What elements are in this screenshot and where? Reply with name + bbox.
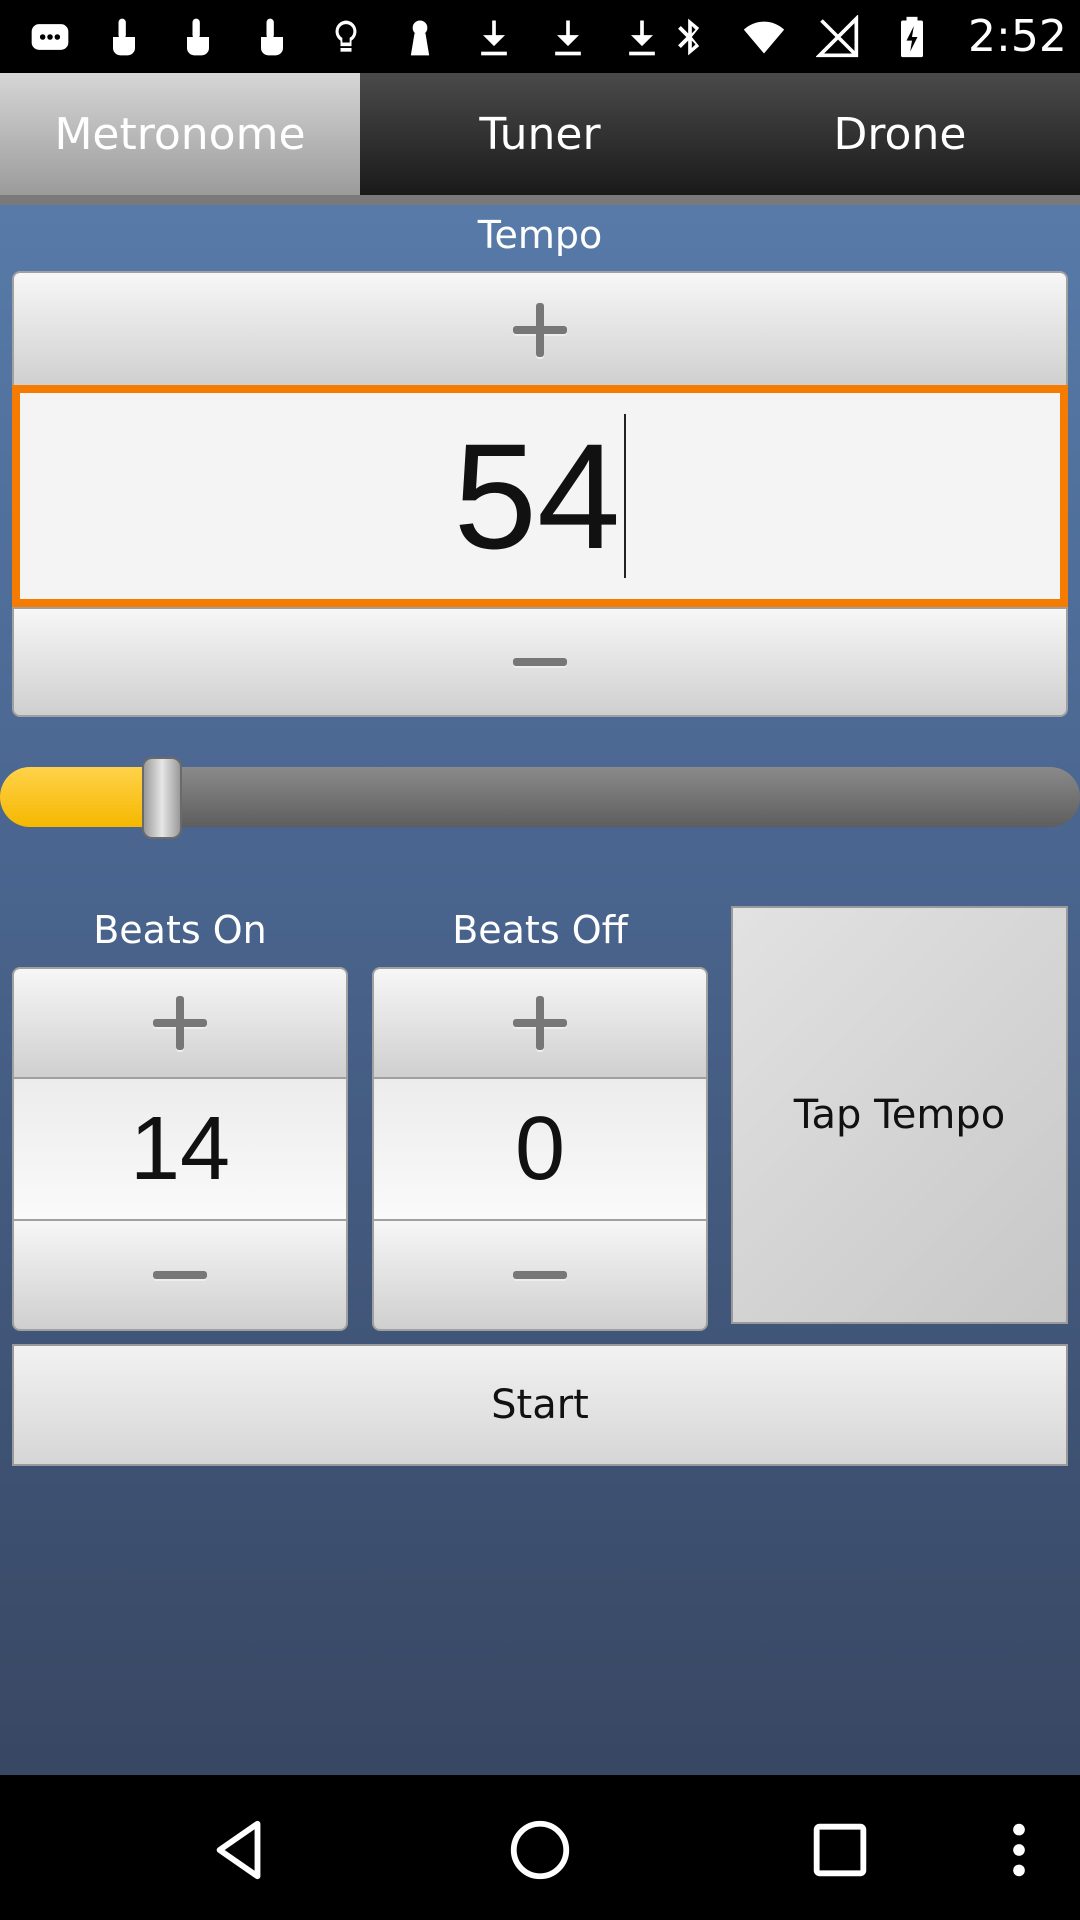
- status-bar: 2:52: [0, 0, 1080, 73]
- touch-icon: [174, 13, 222, 61]
- home-icon[interactable]: [505, 1815, 575, 1885]
- recents-icon[interactable]: [805, 1815, 875, 1885]
- message-icon: [26, 13, 74, 61]
- beats-off-increment-button[interactable]: [372, 967, 708, 1079]
- beats-on-picker: 14: [12, 967, 348, 1331]
- battery-charging-icon: [888, 13, 936, 61]
- beats-off-label: Beats Off: [452, 908, 628, 952]
- plus-icon: [153, 996, 207, 1050]
- minus-icon: [513, 1271, 567, 1279]
- touch-icon: [248, 13, 296, 61]
- beats-off-value[interactable]: 0: [372, 1079, 708, 1219]
- touch-icon: [100, 13, 148, 61]
- download-icon: [470, 13, 518, 61]
- tab-bar: Metronome Tuner Drone: [0, 73, 1080, 205]
- back-icon[interactable]: [205, 1815, 275, 1885]
- tempo-increment-button[interactable]: [12, 271, 1068, 389]
- text-cursor: [624, 414, 627, 578]
- tab-metronome[interactable]: Metronome: [0, 73, 360, 195]
- tempo-input[interactable]: 54: [12, 385, 1068, 607]
- beats-on-value[interactable]: 14: [12, 1079, 348, 1219]
- plus-icon: [513, 303, 567, 357]
- beats-on-increment-button[interactable]: [12, 967, 348, 1079]
- status-time: 2:52: [968, 11, 1067, 62]
- tempo-slider[interactable]: [0, 757, 1080, 839]
- metronome-panel: Tempo 54 Beats On 14 Beats Off 0 Tap Tem…: [0, 205, 1080, 1775]
- navigation-bar: [0, 1775, 1080, 1920]
- plus-icon: [513, 996, 567, 1050]
- tap-tempo-button[interactable]: Tap Tempo: [731, 906, 1068, 1324]
- beats-on-label: Beats On: [93, 908, 267, 952]
- wifi-icon: [740, 13, 788, 61]
- download-icon: [544, 13, 592, 61]
- no-signal-icon: [814, 13, 862, 61]
- tempo-slider-fill: [0, 767, 162, 827]
- tab-drone[interactable]: Drone: [720, 73, 1080, 195]
- more-options-icon[interactable]: [984, 1815, 1054, 1885]
- tab-tuner[interactable]: Tuner: [360, 73, 720, 195]
- start-button[interactable]: Start: [12, 1344, 1068, 1466]
- tempo-slider-thumb[interactable]: [142, 757, 182, 839]
- minus-icon: [153, 1271, 207, 1279]
- minus-icon: [513, 658, 567, 666]
- bulb-icon: [322, 13, 370, 61]
- beats-on-decrement-button[interactable]: [12, 1219, 348, 1331]
- tempo-value: 54: [453, 411, 621, 580]
- tempo-decrement-button[interactable]: [12, 607, 1068, 717]
- bluetooth-icon: [666, 13, 714, 61]
- download-icon: [618, 13, 666, 61]
- beats-off-picker: 0: [372, 967, 708, 1331]
- tempo-label: Tempo: [477, 213, 603, 257]
- status-system: 2:52: [666, 11, 1067, 62]
- status-notifications: [26, 13, 666, 61]
- beats-off-decrement-button[interactable]: [372, 1219, 708, 1331]
- keyhole-icon: [396, 13, 444, 61]
